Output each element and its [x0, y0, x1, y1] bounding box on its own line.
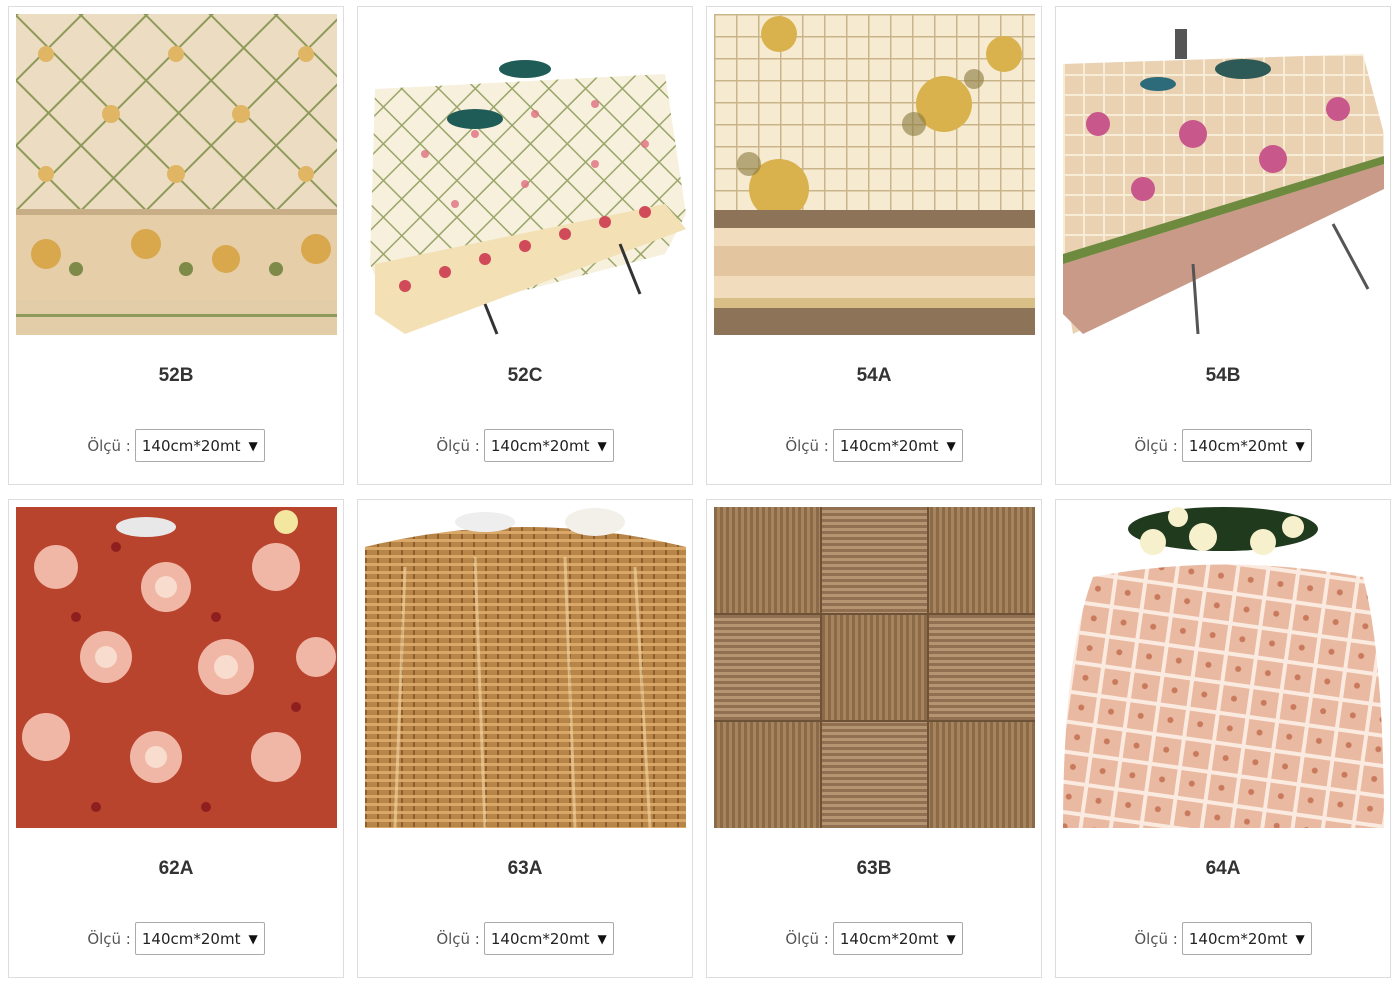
product-code: 63B [856, 858, 892, 879]
size-select-value: 140cm*20mt [490, 436, 590, 455]
chevron-down-icon: ▼ [248, 931, 258, 946]
size-label: Ölçü : [436, 929, 480, 948]
size-row: Ölçü : 140cm*20mt ▼ [9, 429, 343, 462]
size-label: Ölçü : [785, 436, 829, 455]
size-select[interactable]: 140cm*20mt ▼ [1181, 922, 1312, 955]
product-image-52b[interactable] [16, 14, 337, 335]
size-row: Ölçü : 140cm*20mt ▼ [358, 429, 692, 462]
size-select-value: 140cm*20mt [839, 929, 939, 948]
size-label: Ölçü : [785, 929, 829, 948]
chevron-down-icon: ▼ [1295, 931, 1305, 946]
size-label: Ölçü : [1134, 929, 1178, 948]
product-code: 64A [1205, 858, 1241, 879]
product-card: 62A Ölçü : 140cm*20mt ▼ [8, 499, 344, 978]
chevron-down-icon: ▼ [248, 438, 258, 453]
chevron-down-icon: ▼ [597, 438, 607, 453]
product-code: 54B [1205, 365, 1241, 386]
size-select[interactable]: 140cm*20mt ▼ [134, 922, 265, 955]
size-select[interactable]: 140cm*20mt ▼ [134, 429, 265, 462]
size-select[interactable]: 140cm*20mt ▼ [483, 429, 614, 462]
product-code: 52C [507, 365, 543, 386]
chevron-down-icon: ▼ [597, 931, 607, 946]
size-row: Ölçü : 140cm*20mt ▼ [358, 922, 692, 955]
product-image-62a[interactable] [16, 507, 337, 828]
size-label: Ölçü : [436, 436, 480, 455]
product-card: 63B Ölçü : 140cm*20mt ▼ [706, 499, 1042, 978]
product-code: 62A [158, 858, 194, 879]
size-row: Ölçü : 140cm*20mt ▼ [1056, 429, 1390, 462]
product-image-63a[interactable] [365, 507, 686, 828]
product-card: 54B Ölçü : 140cm*20mt ▼ [1055, 6, 1391, 485]
size-row: Ölçü : 140cm*20mt ▼ [707, 922, 1041, 955]
product-card: 64A Ölçü : 140cm*20mt ▼ [1055, 499, 1391, 978]
size-select[interactable]: 140cm*20mt ▼ [832, 429, 963, 462]
product-card: 52B Ölçü : 140cm*20mt ▼ [8, 6, 344, 485]
product-code: 52B [158, 365, 194, 386]
size-row: Ölçü : 140cm*20mt ▼ [9, 922, 343, 955]
size-row: Ölçü : 140cm*20mt ▼ [1056, 922, 1390, 955]
size-select-value: 140cm*20mt [490, 929, 590, 948]
product-image-64a[interactable] [1063, 507, 1384, 828]
size-label: Ölçü : [87, 436, 131, 455]
product-code: 63A [507, 858, 543, 879]
size-select-value: 140cm*20mt [1188, 929, 1288, 948]
size-select-value: 140cm*20mt [1188, 436, 1288, 455]
size-select-value: 140cm*20mt [141, 436, 241, 455]
size-label: Ölçü : [1134, 436, 1178, 455]
product-image-52c[interactable] [365, 14, 686, 335]
product-card: 63A Ölçü : 140cm*20mt ▼ [357, 499, 693, 978]
product-image-54b[interactable] [1063, 14, 1384, 335]
product-image-54a[interactable] [714, 14, 1035, 335]
chevron-down-icon: ▼ [946, 931, 956, 946]
size-select-value: 140cm*20mt [839, 436, 939, 455]
size-select[interactable]: 140cm*20mt ▼ [483, 922, 614, 955]
size-select[interactable]: 140cm*20mt ▼ [832, 922, 963, 955]
product-grid: 52B Ölçü : 140cm*20mt ▼ 52C Ölçü: 140cm… [8, 6, 1394, 978]
size-select[interactable]: 140cm*20mt ▼ [1181, 429, 1312, 462]
product-image-63b[interactable] [714, 507, 1035, 828]
product-card: 52C Ölçü : 140cm*20mt ▼ [357, 6, 693, 485]
size-row: Ölçü : 140cm*20mt ▼ [707, 429, 1041, 462]
product-code: 54A [856, 365, 892, 386]
chevron-down-icon: ▼ [946, 438, 956, 453]
chevron-down-icon: ▼ [1295, 438, 1305, 453]
product-card: 54A Ölçü : 140cm*20mt ▼ [706, 6, 1042, 485]
size-select-value: 140cm*20mt [141, 929, 241, 948]
size-label: Ölçü : [87, 929, 131, 948]
